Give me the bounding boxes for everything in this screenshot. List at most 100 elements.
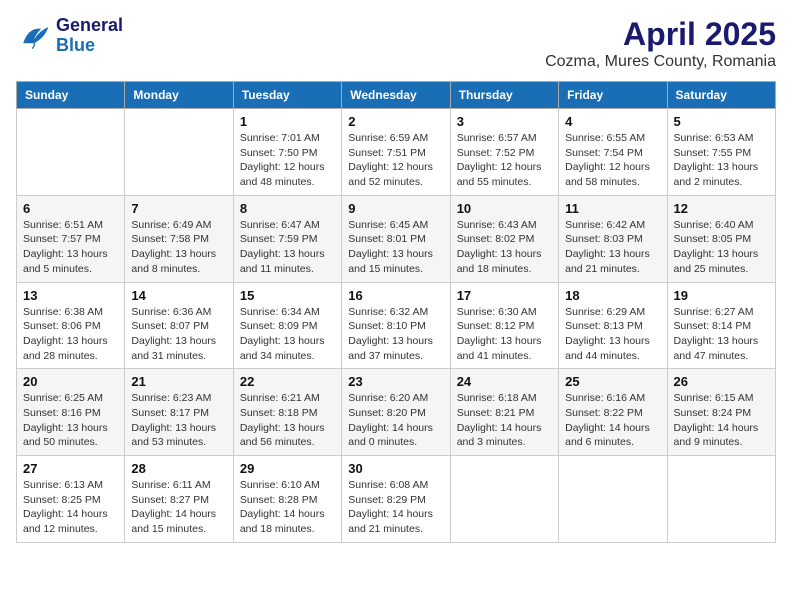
day-number: 14: [131, 288, 226, 303]
day-info: Sunrise: 7:01 AM Sunset: 7:50 PM Dayligh…: [240, 131, 335, 190]
day-header-friday: Friday: [559, 82, 667, 109]
calendar-day-cell: 27 Sunrise: 6:13 AM Sunset: 8:25 PM Dayli…: [17, 456, 125, 543]
logo-general-text: General: [56, 16, 123, 36]
calendar-empty-cell: [559, 456, 667, 543]
day-info: Sunrise: 6:45 AM Sunset: 8:01 PM Dayligh…: [348, 218, 443, 277]
calendar-week-row: 13Sunrise: 6:38 AM Sunset: 8:06 PM Dayli…: [17, 282, 776, 369]
day-info: Sunrise: 6:10 AM Sunset: 8:28 PM Dayligh…: [240, 478, 335, 537]
calendar-day-cell: 12 Sunrise: 6:40 AM Sunset: 8:05 PM Dayli…: [667, 195, 775, 282]
day-number: 24: [457, 374, 552, 389]
day-info: Sunrise: 6:15 AM Sunset: 8:24 PM Dayligh…: [674, 391, 769, 450]
calendar-empty-cell: [667, 456, 775, 543]
calendar-day-cell: 1 Sunrise: 7:01 AM Sunset: 7:50 PM Daylig…: [233, 109, 341, 196]
day-number: 7: [131, 201, 226, 216]
day-number: 19: [674, 288, 769, 303]
day-number: 10: [457, 201, 552, 216]
calendar-week-row: 1 Sunrise: 7:01 AM Sunset: 7:50 PM Daylig…: [17, 109, 776, 196]
day-number: 21: [131, 374, 226, 389]
logo: General Blue: [16, 16, 123, 56]
day-number: 18: [565, 288, 660, 303]
day-number: 26: [674, 374, 769, 389]
day-number: 20: [23, 374, 118, 389]
calendar-day-cell: 3 Sunrise: 6:57 AM Sunset: 7:52 PM Daylig…: [450, 109, 558, 196]
day-info: Sunrise: 6:08 AM Sunset: 8:29 PM Dayligh…: [348, 478, 443, 537]
calendar-day-cell: 16Sunrise: 6:32 AM Sunset: 8:10 PM Dayli…: [342, 282, 450, 369]
day-number: 12: [674, 201, 769, 216]
calendar-day-cell: 30Sunrise: 6:08 AM Sunset: 8:29 PM Dayli…: [342, 456, 450, 543]
day-info: Sunrise: 6:55 AM Sunset: 7:54 PM Dayligh…: [565, 131, 660, 190]
calendar-day-cell: 29 Sunrise: 6:10 AM Sunset: 8:28 PM Dayli…: [233, 456, 341, 543]
calendar-day-cell: 20 Sunrise: 6:25 AM Sunset: 8:16 PM Dayli…: [17, 369, 125, 456]
day-info: Sunrise: 6:40 AM Sunset: 8:05 PM Dayligh…: [674, 218, 769, 277]
logo-icon: [16, 18, 52, 54]
day-info: Sunrise: 6:43 AM Sunset: 8:02 PM Dayligh…: [457, 218, 552, 277]
day-number: 2: [348, 114, 443, 129]
calendar-day-cell: 22Sunrise: 6:21 AM Sunset: 8:18 PM Dayli…: [233, 369, 341, 456]
day-info: Sunrise: 6:32 AM Sunset: 8:10 PM Dayligh…: [348, 305, 443, 364]
day-info: Sunrise: 6:29 AM Sunset: 8:13 PM Dayligh…: [565, 305, 660, 364]
calendar-day-cell: 14 Sunrise: 6:36 AM Sunset: 8:07 PM Dayli…: [125, 282, 233, 369]
day-number: 1: [240, 114, 335, 129]
calendar-day-cell: 2 Sunrise: 6:59 AM Sunset: 7:51 PM Daylig…: [342, 109, 450, 196]
day-info: Sunrise: 6:53 AM Sunset: 7:55 PM Dayligh…: [674, 131, 769, 190]
day-info: Sunrise: 6:34 AM Sunset: 8:09 PM Dayligh…: [240, 305, 335, 364]
header-area: General Blue April 2025 Cozma, Mures Cou…: [16, 16, 776, 71]
calendar-day-cell: 24 Sunrise: 6:18 AM Sunset: 8:21 PM Dayli…: [450, 369, 558, 456]
calendar-day-cell: 10 Sunrise: 6:43 AM Sunset: 8:02 PM Dayli…: [450, 195, 558, 282]
day-header-saturday: Saturday: [667, 82, 775, 109]
day-header-sunday: Sunday: [17, 82, 125, 109]
day-info: Sunrise: 6:25 AM Sunset: 8:16 PM Dayligh…: [23, 391, 118, 450]
day-number: 23: [348, 374, 443, 389]
day-info: Sunrise: 6:11 AM Sunset: 8:27 PM Dayligh…: [131, 478, 226, 537]
day-number: 5: [674, 114, 769, 129]
day-info: Sunrise: 6:36 AM Sunset: 8:07 PM Dayligh…: [131, 305, 226, 364]
calendar-day-cell: 4Sunrise: 6:55 AM Sunset: 7:54 PM Daylig…: [559, 109, 667, 196]
day-number: 9: [348, 201, 443, 216]
day-number: 13: [23, 288, 118, 303]
subtitle: Cozma, Mures County, Romania: [545, 53, 776, 71]
day-info: Sunrise: 6:57 AM Sunset: 7:52 PM Dayligh…: [457, 131, 552, 190]
day-info: Sunrise: 6:30 AM Sunset: 8:12 PM Dayligh…: [457, 305, 552, 364]
day-number: 11: [565, 201, 660, 216]
day-number: 17: [457, 288, 552, 303]
calendar-week-row: 20 Sunrise: 6:25 AM Sunset: 8:16 PM Dayli…: [17, 369, 776, 456]
calendar-day-cell: 21 Sunrise: 6:23 AM Sunset: 8:17 PM Dayli…: [125, 369, 233, 456]
calendar-day-cell: 17 Sunrise: 6:30 AM Sunset: 8:12 PM Dayli…: [450, 282, 558, 369]
calendar-header-row: SundayMondayTuesdayWednesdayThursdayFrid…: [17, 82, 776, 109]
calendar-day-cell: 5 Sunrise: 6:53 AM Sunset: 7:55 PM Daylig…: [667, 109, 775, 196]
day-info: Sunrise: 6:20 AM Sunset: 8:20 PM Dayligh…: [348, 391, 443, 450]
calendar-day-cell: 9 Sunrise: 6:45 AM Sunset: 8:01 PM Daylig…: [342, 195, 450, 282]
calendar-day-cell: 25 Sunrise: 6:16 AM Sunset: 8:22 PM Dayli…: [559, 369, 667, 456]
day-number: 27: [23, 461, 118, 476]
day-info: Sunrise: 6:18 AM Sunset: 8:21 PM Dayligh…: [457, 391, 552, 450]
calendar-day-cell: 19Sunrise: 6:27 AM Sunset: 8:14 PM Dayli…: [667, 282, 775, 369]
main-title: April 2025: [545, 16, 776, 53]
day-info: Sunrise: 6:23 AM Sunset: 8:17 PM Dayligh…: [131, 391, 226, 450]
title-area: April 2025 Cozma, Mures County, Romania: [545, 16, 776, 71]
day-header-monday: Monday: [125, 82, 233, 109]
calendar-day-cell: 13Sunrise: 6:38 AM Sunset: 8:06 PM Dayli…: [17, 282, 125, 369]
logo-blue-text: Blue: [56, 36, 123, 56]
calendar-day-cell: 26 Sunrise: 6:15 AM Sunset: 8:24 PM Dayli…: [667, 369, 775, 456]
calendar: SundayMondayTuesdayWednesdayThursdayFrid…: [16, 81, 776, 543]
calendar-day-cell: 8Sunrise: 6:47 AM Sunset: 7:59 PM Daylig…: [233, 195, 341, 282]
day-header-wednesday: Wednesday: [342, 82, 450, 109]
day-number: 29: [240, 461, 335, 476]
day-info: Sunrise: 6:47 AM Sunset: 7:59 PM Dayligh…: [240, 218, 335, 277]
calendar-day-cell: 28 Sunrise: 6:11 AM Sunset: 8:27 PM Dayli…: [125, 456, 233, 543]
calendar-empty-cell: [450, 456, 558, 543]
day-info: Sunrise: 6:59 AM Sunset: 7:51 PM Dayligh…: [348, 131, 443, 190]
calendar-day-cell: 6Sunrise: 6:51 AM Sunset: 7:57 PM Daylig…: [17, 195, 125, 282]
day-number: 25: [565, 374, 660, 389]
day-number: 28: [131, 461, 226, 476]
day-info: Sunrise: 6:51 AM Sunset: 7:57 PM Dayligh…: [23, 218, 118, 277]
day-number: 3: [457, 114, 552, 129]
calendar-week-row: 6Sunrise: 6:51 AM Sunset: 7:57 PM Daylig…: [17, 195, 776, 282]
day-info: Sunrise: 6:13 AM Sunset: 8:25 PM Dayligh…: [23, 478, 118, 537]
calendar-day-cell: 23 Sunrise: 6:20 AM Sunset: 8:20 PM Dayli…: [342, 369, 450, 456]
calendar-week-row: 27 Sunrise: 6:13 AM Sunset: 8:25 PM Dayli…: [17, 456, 776, 543]
calendar-day-cell: 18 Sunrise: 6:29 AM Sunset: 8:13 PM Dayli…: [559, 282, 667, 369]
day-info: Sunrise: 6:16 AM Sunset: 8:22 PM Dayligh…: [565, 391, 660, 450]
calendar-empty-cell: [17, 109, 125, 196]
day-number: 15: [240, 288, 335, 303]
